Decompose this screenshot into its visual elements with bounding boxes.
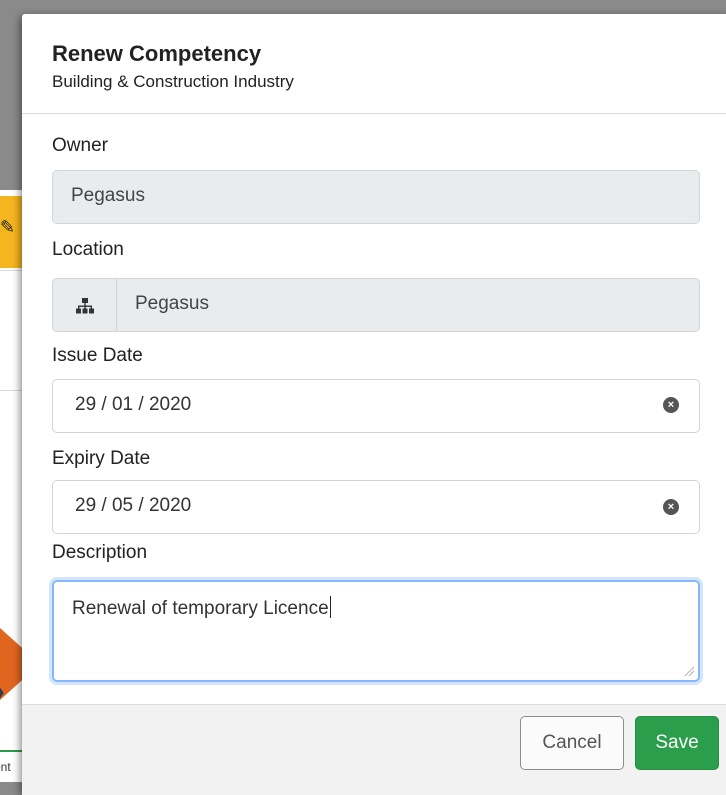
renew-competency-modal: Renew Competency Building & Construction… — [22, 14, 726, 795]
description-value: Renewal of temporary Licence — [72, 596, 331, 621]
sitemap-icon — [76, 298, 94, 314]
modal-subtitle: Building & Construction Industry — [52, 72, 294, 91]
expiry-date-value: 29 / 05 / 2020 — [75, 495, 192, 516]
issue-date-label: Issue Date — [52, 345, 143, 366]
owner-value: Pegasus — [71, 185, 145, 206]
background-tab-label: ent — [0, 760, 11, 774]
owner-label: Owner — [52, 135, 108, 156]
location-field: Pegasus — [52, 278, 700, 332]
modal-title: Renew Competency — [52, 41, 262, 66]
issue-date-input[interactable]: 29 / 01 / 2020 × — [52, 379, 700, 433]
issue-date-value: 29 / 01 / 2020 — [75, 394, 192, 415]
modal-footer: Cancel Save — [22, 704, 726, 795]
owner-field: Pegasus — [52, 170, 700, 224]
location-addon — [53, 279, 117, 331]
chevron-right-icon[interactable]: › — [0, 676, 5, 707]
save-button[interactable]: Save — [635, 716, 719, 770]
pencil-icon: ✎ — [0, 217, 16, 237]
clear-issue-date-icon[interactable]: × — [663, 397, 679, 413]
modal-header: Renew Competency Building & Construction… — [22, 14, 726, 114]
description-text: Renewal of temporary Licence — [72, 598, 329, 619]
description-textarea[interactable]: Renewal of temporary Licence — [52, 580, 700, 682]
description-label: Description — [52, 542, 148, 563]
location-value: Pegasus — [135, 293, 209, 314]
clear-expiry-date-icon[interactable]: × — [663, 499, 679, 515]
expiry-date-label: Expiry Date — [52, 448, 151, 469]
location-label: Location — [52, 239, 124, 260]
cancel-button[interactable]: Cancel — [520, 716, 624, 770]
expiry-date-input[interactable]: 29 / 05 / 2020 × — [52, 480, 700, 534]
resize-handle-icon[interactable] — [684, 666, 694, 676]
text-caret — [329, 596, 331, 618]
